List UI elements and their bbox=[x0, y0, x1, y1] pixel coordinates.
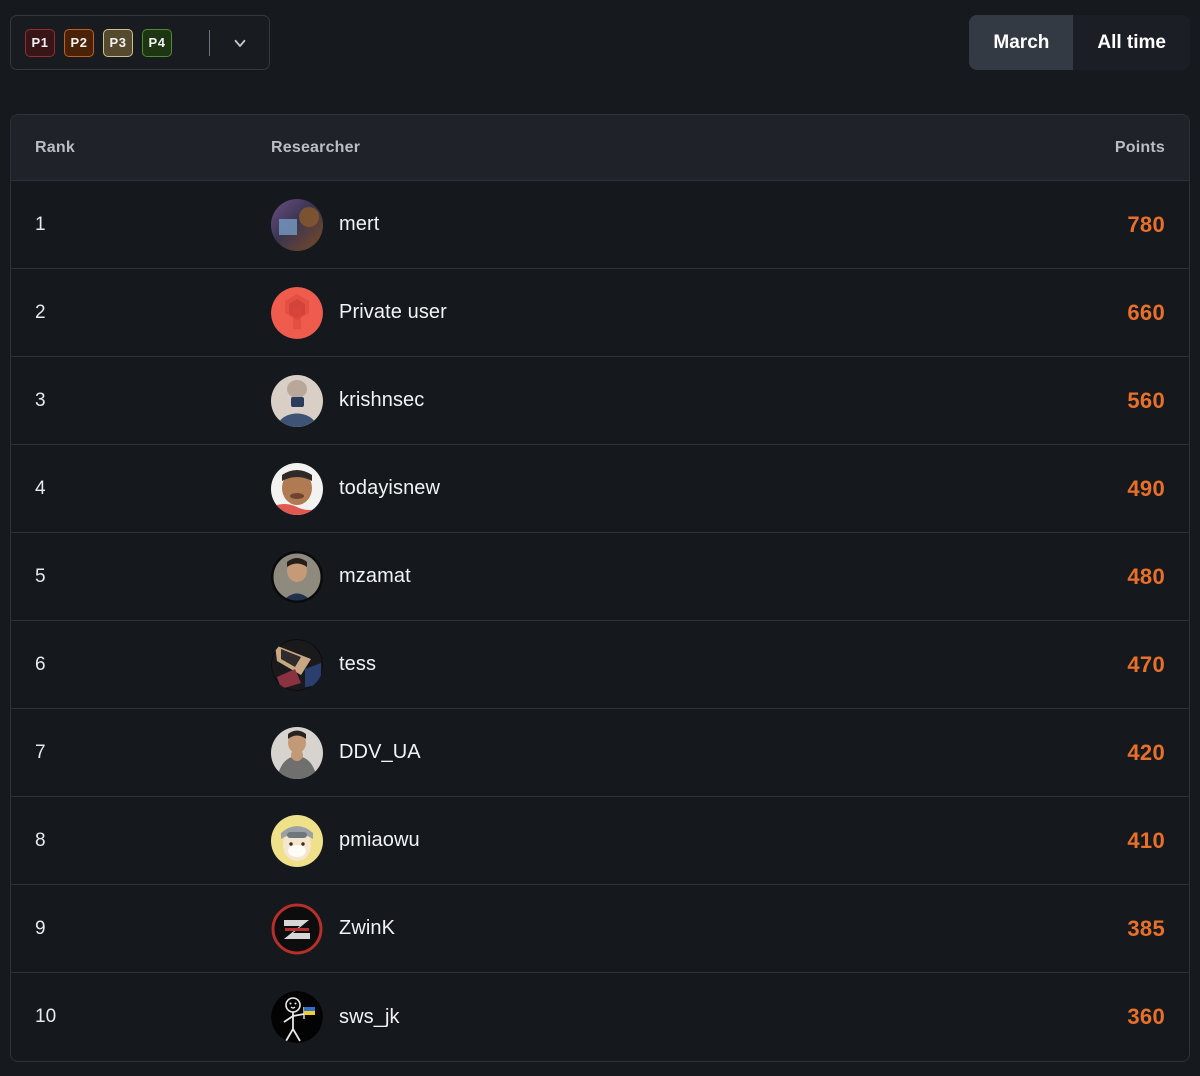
toolbar: P1 P2 P3 P4 March All time bbox=[0, 0, 1200, 86]
rank-value: 9 bbox=[35, 917, 46, 939]
rank-value: 2 bbox=[35, 301, 46, 323]
avatar bbox=[271, 374, 323, 427]
table-body: 1 mert 780 2 Private user 660 3 krishnsec 560… bbox=[11, 181, 1189, 1061]
table-row[interactable]: 3 krishnsec 560 bbox=[11, 357, 1189, 445]
researcher-name[interactable]: Private user bbox=[339, 301, 447, 324]
table-row[interactable]: 8 pmiaowu 410 bbox=[11, 797, 1189, 885]
rank-value: 4 bbox=[35, 477, 46, 499]
researcher-cell: tess bbox=[267, 638, 989, 691]
table-row[interactable]: 5 mzamat 480 bbox=[11, 533, 1189, 621]
points-value: 410 bbox=[1127, 827, 1165, 853]
avatar bbox=[271, 198, 323, 251]
table-row[interactable]: 6 tess 470 bbox=[11, 621, 1189, 709]
leaderboard-table: Rank Researcher Points 1 mert 780 2 Privat… bbox=[10, 114, 1190, 1062]
time-range-toggle[interactable]: March All time bbox=[969, 15, 1190, 70]
avatar bbox=[271, 462, 323, 515]
researcher-name[interactable]: mzamat bbox=[339, 565, 411, 588]
rank-value: 10 bbox=[35, 1006, 57, 1027]
severity-badge-p4[interactable]: P4 bbox=[142, 28, 172, 57]
researcher-name[interactable]: tess bbox=[339, 653, 376, 676]
column-header-points: Points bbox=[1114, 138, 1165, 156]
points-value: 385 bbox=[1127, 915, 1165, 941]
researcher-name[interactable]: todayisnew bbox=[339, 477, 440, 500]
severity-badge-p3[interactable]: P3 bbox=[103, 28, 133, 57]
table-row[interactable]: 9 ZwinK 385 bbox=[11, 885, 1189, 973]
researcher-cell: pmiaowu bbox=[267, 814, 989, 867]
points-value: 780 bbox=[1127, 211, 1165, 237]
points-value: 480 bbox=[1127, 563, 1165, 589]
filter-divider bbox=[209, 29, 210, 56]
severity-filter[interactable]: P1 P2 P3 P4 bbox=[10, 15, 270, 70]
researcher-cell: mzamat bbox=[267, 550, 989, 603]
researcher-name[interactable]: ZwinK bbox=[339, 917, 395, 940]
severity-badge-p1[interactable]: P1 bbox=[25, 28, 55, 57]
researcher-cell: Private user bbox=[267, 286, 989, 339]
researcher-cell: DDV_UA bbox=[267, 726, 989, 779]
chevron-down-icon[interactable] bbox=[223, 26, 257, 60]
rank-value: 1 bbox=[35, 213, 46, 235]
avatar bbox=[271, 550, 323, 603]
points-value: 490 bbox=[1127, 475, 1165, 501]
researcher-name[interactable]: sws_jk bbox=[339, 1006, 400, 1029]
researcher-name[interactable]: pmiaowu bbox=[339, 829, 420, 852]
range-button-month[interactable]: March bbox=[969, 15, 1074, 70]
range-button-all-time[interactable]: All time bbox=[1073, 15, 1190, 70]
points-value: 360 bbox=[1127, 1004, 1165, 1029]
rank-value: 3 bbox=[35, 389, 46, 411]
table-row[interactable]: 2 Private user 660 bbox=[11, 269, 1189, 357]
severity-badge-p2[interactable]: P2 bbox=[64, 28, 94, 57]
researcher-name[interactable]: krishnsec bbox=[339, 389, 424, 412]
researcher-cell: ZwinK bbox=[267, 902, 989, 955]
column-header-rank: Rank bbox=[35, 138, 75, 156]
points-value: 470 bbox=[1127, 651, 1165, 677]
leaderboard-page: P1 P2 P3 P4 March All time Rank Research… bbox=[0, 0, 1200, 1076]
researcher-cell: krishnsec bbox=[267, 374, 989, 427]
avatar bbox=[271, 991, 323, 1043]
avatar bbox=[271, 902, 323, 955]
researcher-cell: mert bbox=[267, 198, 989, 251]
table-row[interactable]: 7 DDV_UA 420 bbox=[11, 709, 1189, 797]
table-row[interactable]: 1 mert 780 bbox=[11, 181, 1189, 269]
researcher-name[interactable]: DDV_UA bbox=[339, 741, 421, 764]
avatar bbox=[271, 814, 323, 867]
rank-value: 7 bbox=[35, 741, 46, 763]
avatar bbox=[271, 286, 323, 339]
column-header-researcher: Researcher bbox=[271, 138, 361, 156]
rank-value: 6 bbox=[35, 653, 46, 675]
table-row[interactable]: 10 sws_jk 360 bbox=[11, 973, 1189, 1061]
researcher-cell: sws_jk bbox=[267, 991, 989, 1043]
avatar bbox=[271, 726, 323, 779]
rank-value: 8 bbox=[35, 829, 46, 851]
rank-value: 5 bbox=[35, 565, 46, 587]
avatar bbox=[271, 638, 323, 691]
researcher-cell: todayisnew bbox=[267, 462, 989, 515]
table-row[interactable]: 4 todayisnew 490 bbox=[11, 445, 1189, 533]
researcher-name[interactable]: mert bbox=[339, 213, 379, 236]
table-header-row: Rank Researcher Points bbox=[11, 115, 1189, 181]
points-value: 660 bbox=[1127, 299, 1165, 325]
points-value: 560 bbox=[1127, 387, 1165, 413]
points-value: 420 bbox=[1127, 739, 1165, 765]
